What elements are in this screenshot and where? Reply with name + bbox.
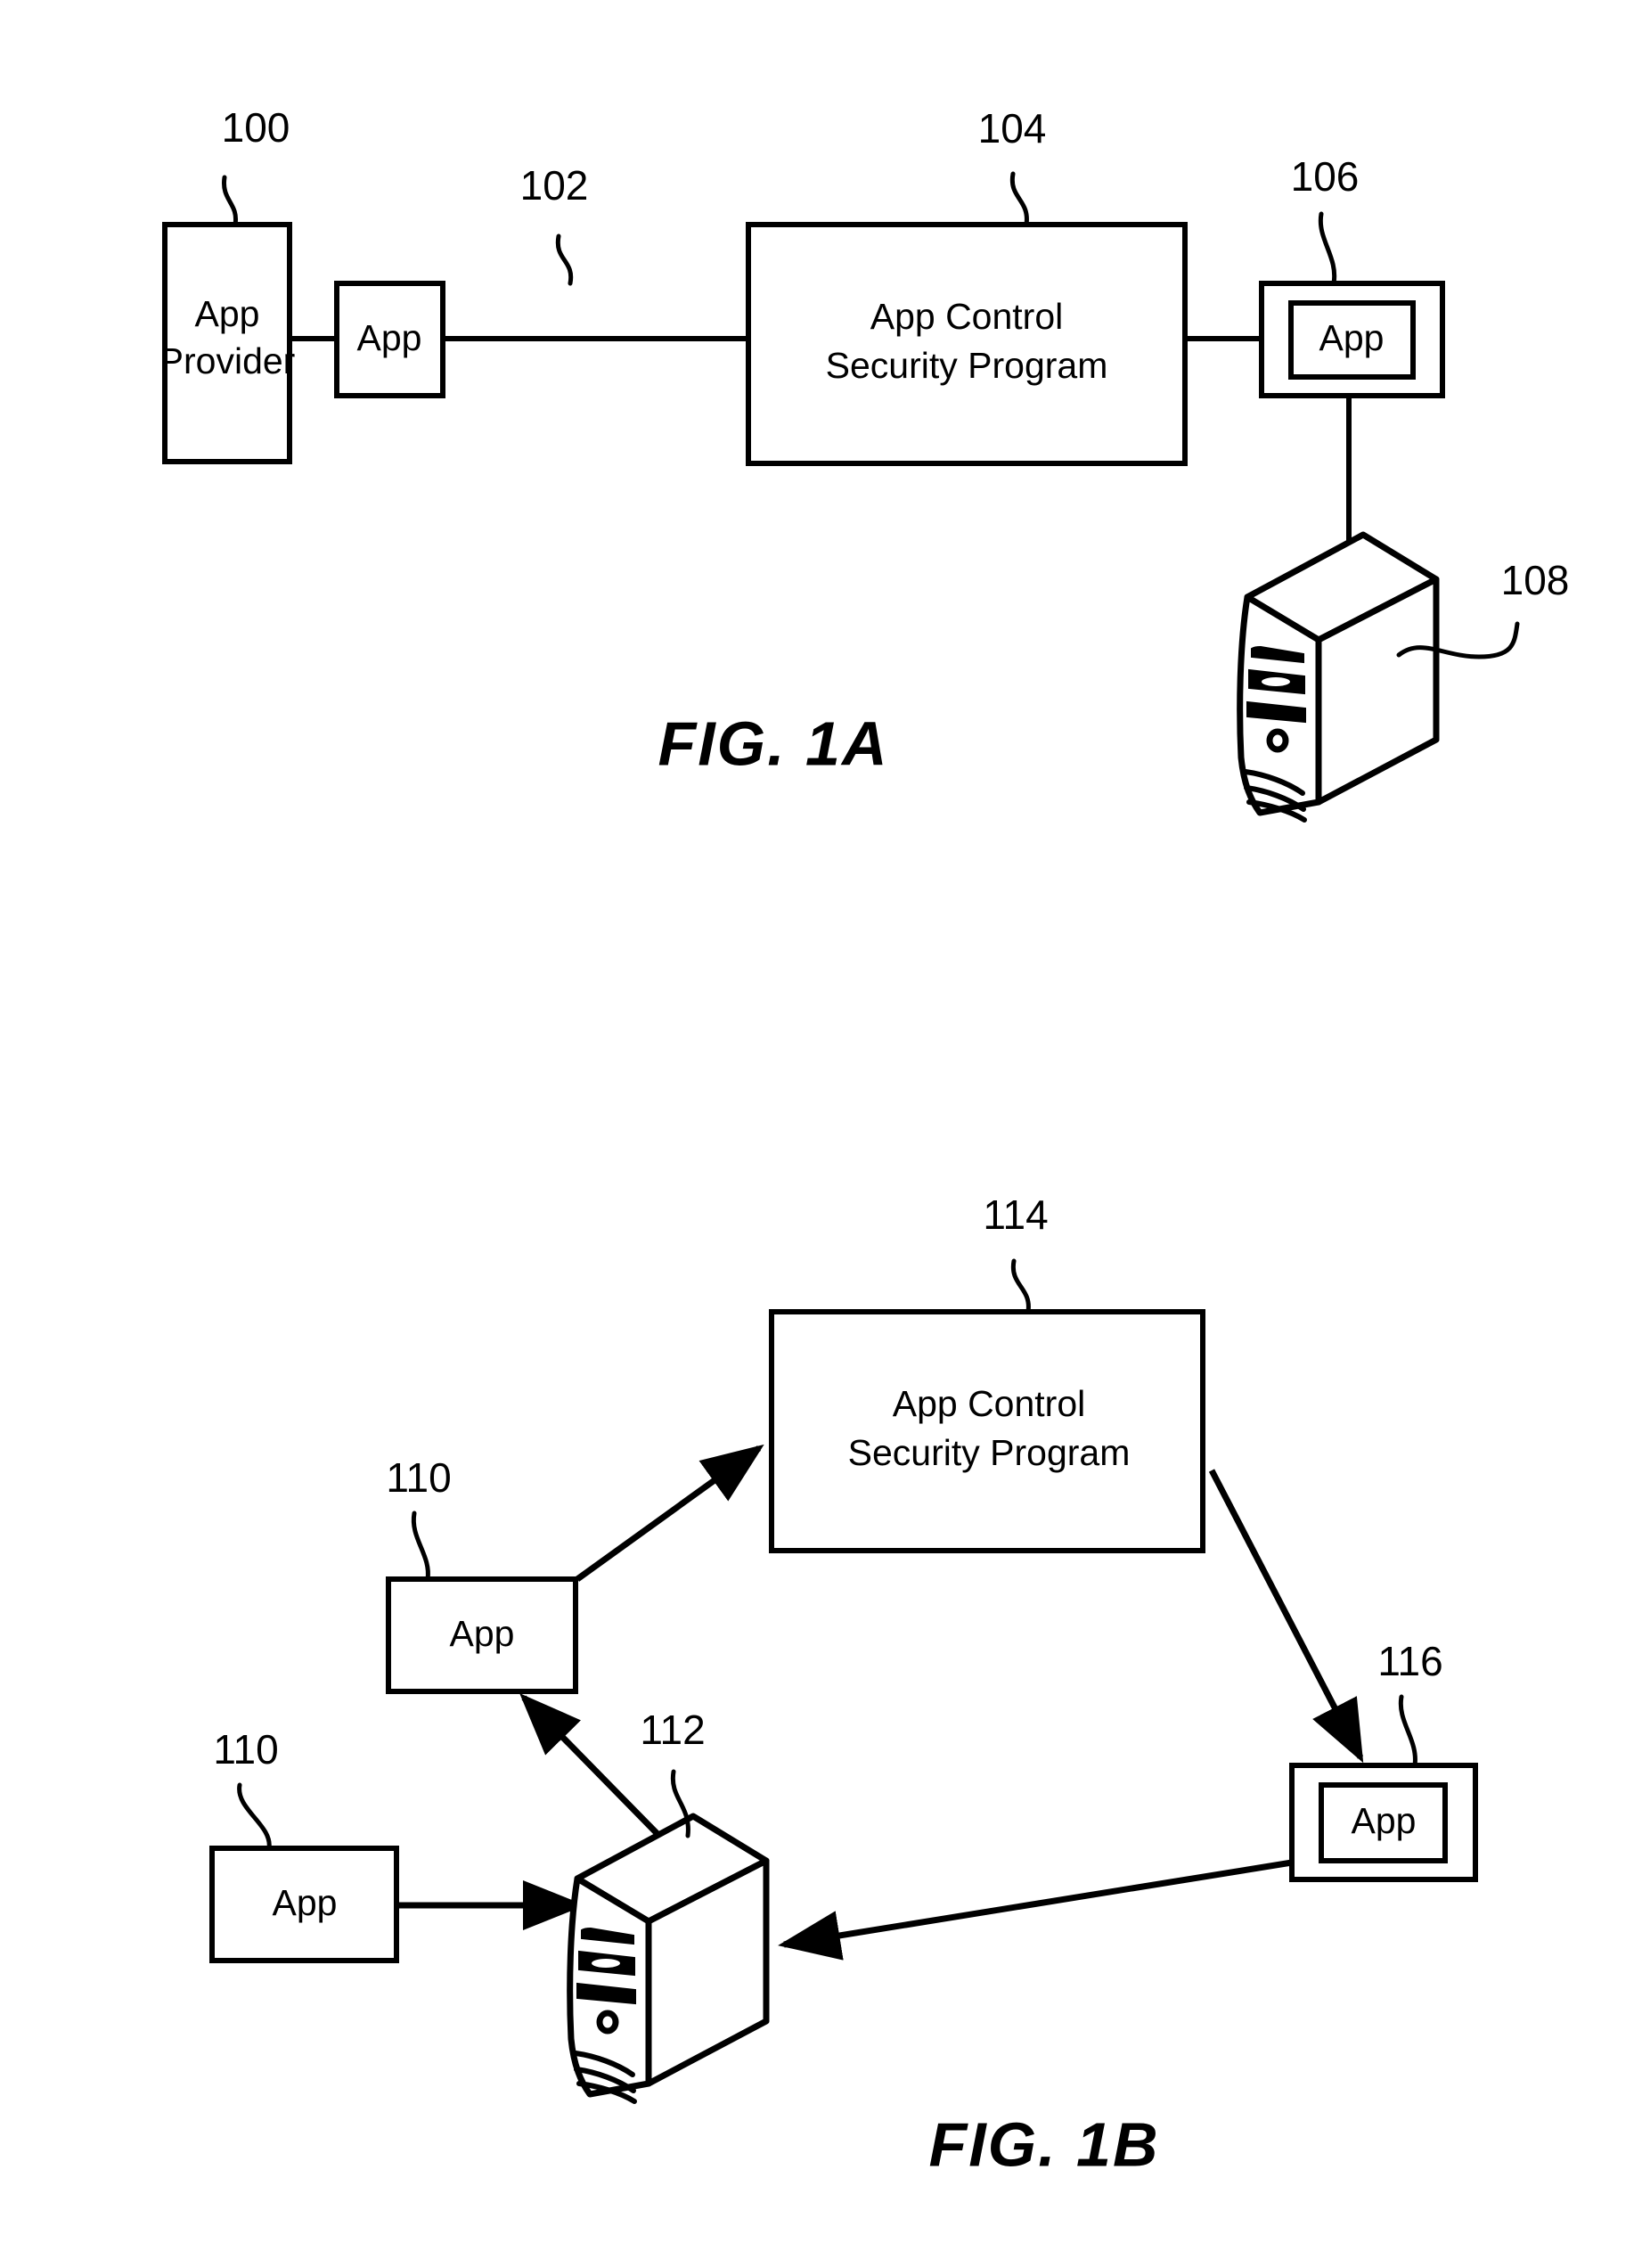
figure-caption-1b: FIG. 1B (928, 2109, 1159, 2179)
leader-line-106 (1318, 211, 1337, 286)
leader-line-110-lower (237, 1782, 272, 1851)
leader-line-110-upper (411, 1511, 430, 1582)
arrow-114-to-116 (1208, 1469, 1364, 1764)
figure-1a-group: App Provider 100 App 102 App Control Sec… (159, 104, 1570, 823)
server-108-drive-eject (1262, 677, 1290, 686)
leader-line-116 (1398, 1694, 1417, 1768)
node-app-provider-100-line1: App (195, 293, 260, 334)
server-112[interactable] (567, 1813, 770, 2104)
leader-line-102 (555, 233, 574, 286)
leader-line-100 (221, 175, 239, 227)
server-108[interactable] (1237, 531, 1440, 823)
server-112-drive-eject (592, 1959, 620, 1968)
node-security-program-104-line2: Security Program (826, 345, 1108, 386)
figure-1b-group: App Control Security Program 114 App 110… (209, 1191, 1478, 2179)
node-security-program-114-line2: Security Program (848, 1432, 1131, 1473)
arrow-112-to-110 (519, 1693, 662, 1838)
ref-number-102: 102 (520, 162, 589, 209)
ref-number-112: 112 (640, 1707, 705, 1753)
ref-number-100: 100 (222, 104, 290, 151)
figure-caption-1a: FIG. 1A (658, 708, 888, 778)
server-112-power-button (596, 2010, 619, 2035)
ref-number-106: 106 (1291, 153, 1360, 200)
arrow-110-to-114 (575, 1444, 764, 1582)
ref-number-110-lower: 110 (213, 1726, 278, 1773)
server-108-power-button (1266, 728, 1289, 753)
node-app-provider-100-line2: Provider (159, 340, 296, 381)
patent-figure-sheet: App Provider 100 App 102 App Control Sec… (0, 0, 1642, 2268)
node-security-program-114-line1: App Control (893, 1383, 1086, 1424)
ref-number-114: 114 (983, 1191, 1048, 1238)
figure-canvas: App Provider 100 App 102 App Control Sec… (159, 104, 1570, 2179)
arrow-116-to-112 (778, 1859, 1293, 1961)
ref-number-104: 104 (978, 105, 1047, 151)
ref-number-108: 108 (1501, 557, 1570, 603)
node-app-110-upper-label: App (450, 1613, 515, 1654)
node-app-102-label: App (357, 317, 422, 358)
leader-line-114 (1010, 1258, 1031, 1314)
ref-number-116: 116 (1377, 1638, 1442, 1684)
node-app-106-label: App (1319, 317, 1385, 358)
ref-number-110-upper: 110 (386, 1454, 451, 1501)
node-app-116-label: App (1352, 1800, 1417, 1841)
node-security-program-104-line1: App Control (870, 296, 1064, 337)
leader-line-104 (1009, 171, 1029, 227)
node-app-110-lower-label: App (273, 1882, 338, 1923)
